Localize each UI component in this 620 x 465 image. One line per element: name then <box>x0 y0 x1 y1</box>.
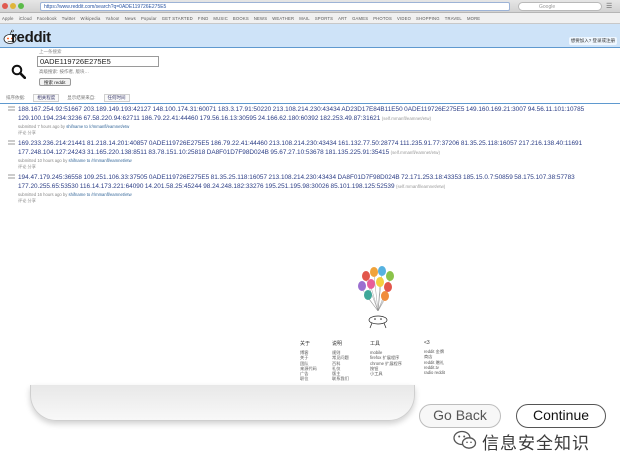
bookmark-item[interactable]: VIDEO <box>397 16 411 21</box>
bookmark-item[interactable]: GAMES <box>352 16 368 21</box>
bookmark-item[interactable]: MUSIC <box>213 16 228 21</box>
window-controls[interactable] <box>2 3 24 9</box>
reddit-logo[interactable]: reddit <box>0 27 64 47</box>
footer-column-about: 关于 博客 关于 团队 来源代码 广告 职位 <box>300 340 317 382</box>
result-actions[interactable]: 评论 分享 <box>18 130 36 136</box>
result-meta-prefix: submitted 10 hours ago by <box>18 158 68 163</box>
result-subreddit[interactable]: to /r/mmanfl/eamnet/etw <box>87 158 132 163</box>
reddit-header: reddit 想要加入? 登录或注册 <box>0 24 620 48</box>
bookmark-item[interactable]: ART <box>338 16 347 21</box>
device-frame-edge <box>30 385 415 421</box>
footer-column-love: <3 reddit 金牌 商店 reddit 赠礼 reddit.tv radi… <box>424 340 445 375</box>
bookmark-item[interactable]: Facebook <box>37 16 57 21</box>
footer-link[interactable]: 小工具 <box>370 371 402 376</box>
footer-link[interactable]: firefox 扩展程序 <box>370 355 402 360</box>
bookmark-item[interactable]: GET STARTED <box>162 16 193 21</box>
reddit-wordmark: reddit <box>11 29 51 46</box>
wechat-icon <box>453 430 477 449</box>
bookmark-item[interactable]: TRAVEL <box>445 16 462 21</box>
bookmark-item[interactable]: iCloud <box>19 16 32 21</box>
result-author[interactable]: shifname <box>69 158 86 163</box>
address-bar[interactable]: https://www.reddit.com/search?q=0ADE1197… <box>40 2 510 11</box>
search-input[interactable]: 0ADE119726E275E5 <box>37 56 159 67</box>
result-title[interactable]: 194.47.179.245:36558 109.251.106.33:3750… <box>18 173 608 191</box>
bookmark-item[interactable]: SPORTS <box>315 16 333 21</box>
bookmark-item[interactable]: Popular <box>141 16 157 21</box>
result-meta: submitted 7 hours ago by shifname to /r/… <box>18 124 129 129</box>
reddit-balloons-illustration <box>358 266 394 329</box>
result-subreddit[interactable]: to /r/mmanfl/eamnet/etw <box>84 124 129 129</box>
search-button[interactable]: 搜索 reddit <box>39 78 71 86</box>
result-author[interactable]: shifname <box>66 124 83 129</box>
result-domain[interactable]: (self.mmanfl/eamnet/etw) <box>382 116 431 121</box>
footer-link[interactable]: 联系我们 <box>332 376 349 381</box>
menu-icon[interactable]: ☰ <box>606 3 615 10</box>
footer-link[interactable]: 常见问题 <box>332 355 349 360</box>
footer-column-heading: 关于 <box>300 341 311 347</box>
bookmark-item[interactable]: News <box>125 16 136 21</box>
search-icon <box>11 64 26 79</box>
result-meta-prefix: submitted 16 hours ago by <box>18 192 68 197</box>
result-domain[interactable]: (self.mmanfl/eamnet/etw) <box>396 184 445 189</box>
login-prompt[interactable]: 想要加入? 登录或注册 <box>568 37 617 45</box>
self-post-icon <box>8 174 15 179</box>
result-author[interactable]: shifname <box>69 192 86 197</box>
bookmark-item[interactable]: MAIL <box>299 16 310 21</box>
result-domain[interactable]: (self.mmanfl/eamnet/etw) <box>391 150 440 155</box>
wechat-watermark: 信息安全知识 <box>450 426 620 456</box>
footer-link[interactable]: 职位 <box>300 376 317 381</box>
bookmark-item[interactable]: Apple <box>2 16 14 21</box>
result-actions[interactable]: 评论 分享 <box>18 198 36 204</box>
go-back-button[interactable]: Go Back <box>419 404 501 428</box>
bookmark-item[interactable]: NEWS <box>254 16 267 21</box>
bookmark-item[interactable]: SHOPPING <box>416 16 440 21</box>
search-section: 上一条搜索 0ADE119726E275E5 高级搜索: 按作者, 版块… 搜索… <box>0 48 620 93</box>
minimize-window-button[interactable] <box>10 3 16 9</box>
bookmark-item[interactable]: Twitter <box>62 16 76 21</box>
bookmark-item[interactable]: Wikipedia <box>81 16 101 21</box>
result-subreddit[interactable]: to /r/mmanfl/eamnet/etw <box>87 192 132 197</box>
watermark-text: 信息安全知识 <box>482 434 590 454</box>
bookmark-item[interactable]: PHOTOS <box>373 16 392 21</box>
self-post-icon <box>8 106 15 111</box>
previous-search-label: 上一条搜索 <box>39 49 62 54</box>
footer-link[interactable]: radio reddit <box>424 370 445 375</box>
footer-column-tools: 工具 mobile firefox 扩展程序 chrome 扩展程序 按钮 小工… <box>370 340 402 376</box>
footer-column-heading: <3 <box>424 340 430 346</box>
result-meta: submitted 16 hours ago by shifname to /r… <box>18 192 132 197</box>
browser-toolbar: https://www.reddit.com/search?q=0ADE1197… <box>0 0 620 13</box>
result-title[interactable]: 169.233.236.214:21441 81.218.14.201:4085… <box>18 139 608 157</box>
advanced-search-link[interactable]: 高级搜索: 按作者, 版块… <box>39 69 89 75</box>
footer-column-heading: 说明 <box>332 341 343 347</box>
result-meta-prefix: submitted 7 hours ago by <box>18 124 66 129</box>
sort-select[interactable]: 相关程度 <box>33 94 60 102</box>
result-actions[interactable]: 评论 分享 <box>18 164 36 170</box>
result-title-text[interactable]: 188.167.254.92:51667 203.189.149.193:421… <box>18 106 584 122</box>
footer-column-help: 说明 规则 常见问题 百科 礼仪 版主 联系我们 <box>332 340 349 382</box>
browser-window: https://www.reddit.com/search?q=0ADE1197… <box>0 0 620 400</box>
bookmark-item[interactable]: MORE <box>467 16 480 21</box>
result-title-text[interactable]: 194.47.179.245:36558 109.251.106.33:3750… <box>18 174 575 190</box>
result-meta: submitted 10 hours ago by shifname to /r… <box>18 158 132 163</box>
browser-search-field[interactable]: Google <box>518 2 602 11</box>
time-select[interactable]: 任何时间 <box>103 94 130 102</box>
zoom-window-button[interactable] <box>18 3 24 9</box>
bookmark-item[interactable]: FIND <box>198 16 209 21</box>
footer-column-heading: 工具 <box>370 341 381 347</box>
sort-bar: 排序依据: 相关程度 显示结果来自: 任何时间 <box>0 93 620 104</box>
self-post-icon <box>8 140 15 145</box>
result-title[interactable]: 188.167.254.92:51667 203.189.149.193:421… <box>18 105 608 123</box>
sort-label: 排序依据: <box>6 95 26 100</box>
time-label: 显示结果来自: <box>67 95 96 100</box>
close-window-button[interactable] <box>2 3 8 9</box>
continue-button[interactable]: Continue <box>516 404 606 428</box>
bookmarks-bar: Apple iCloud Facebook Twitter Wikipedia Yahoo… <box>0 13 620 24</box>
bookmark-item[interactable]: BOOKS <box>233 16 249 21</box>
bookmark-item[interactable]: WEATHER <box>272 16 294 21</box>
bookmark-item[interactable]: Yahoo! <box>105 16 119 21</box>
result-title-text[interactable]: 169.233.236.214:21441 81.218.14.201:4085… <box>18 140 582 156</box>
